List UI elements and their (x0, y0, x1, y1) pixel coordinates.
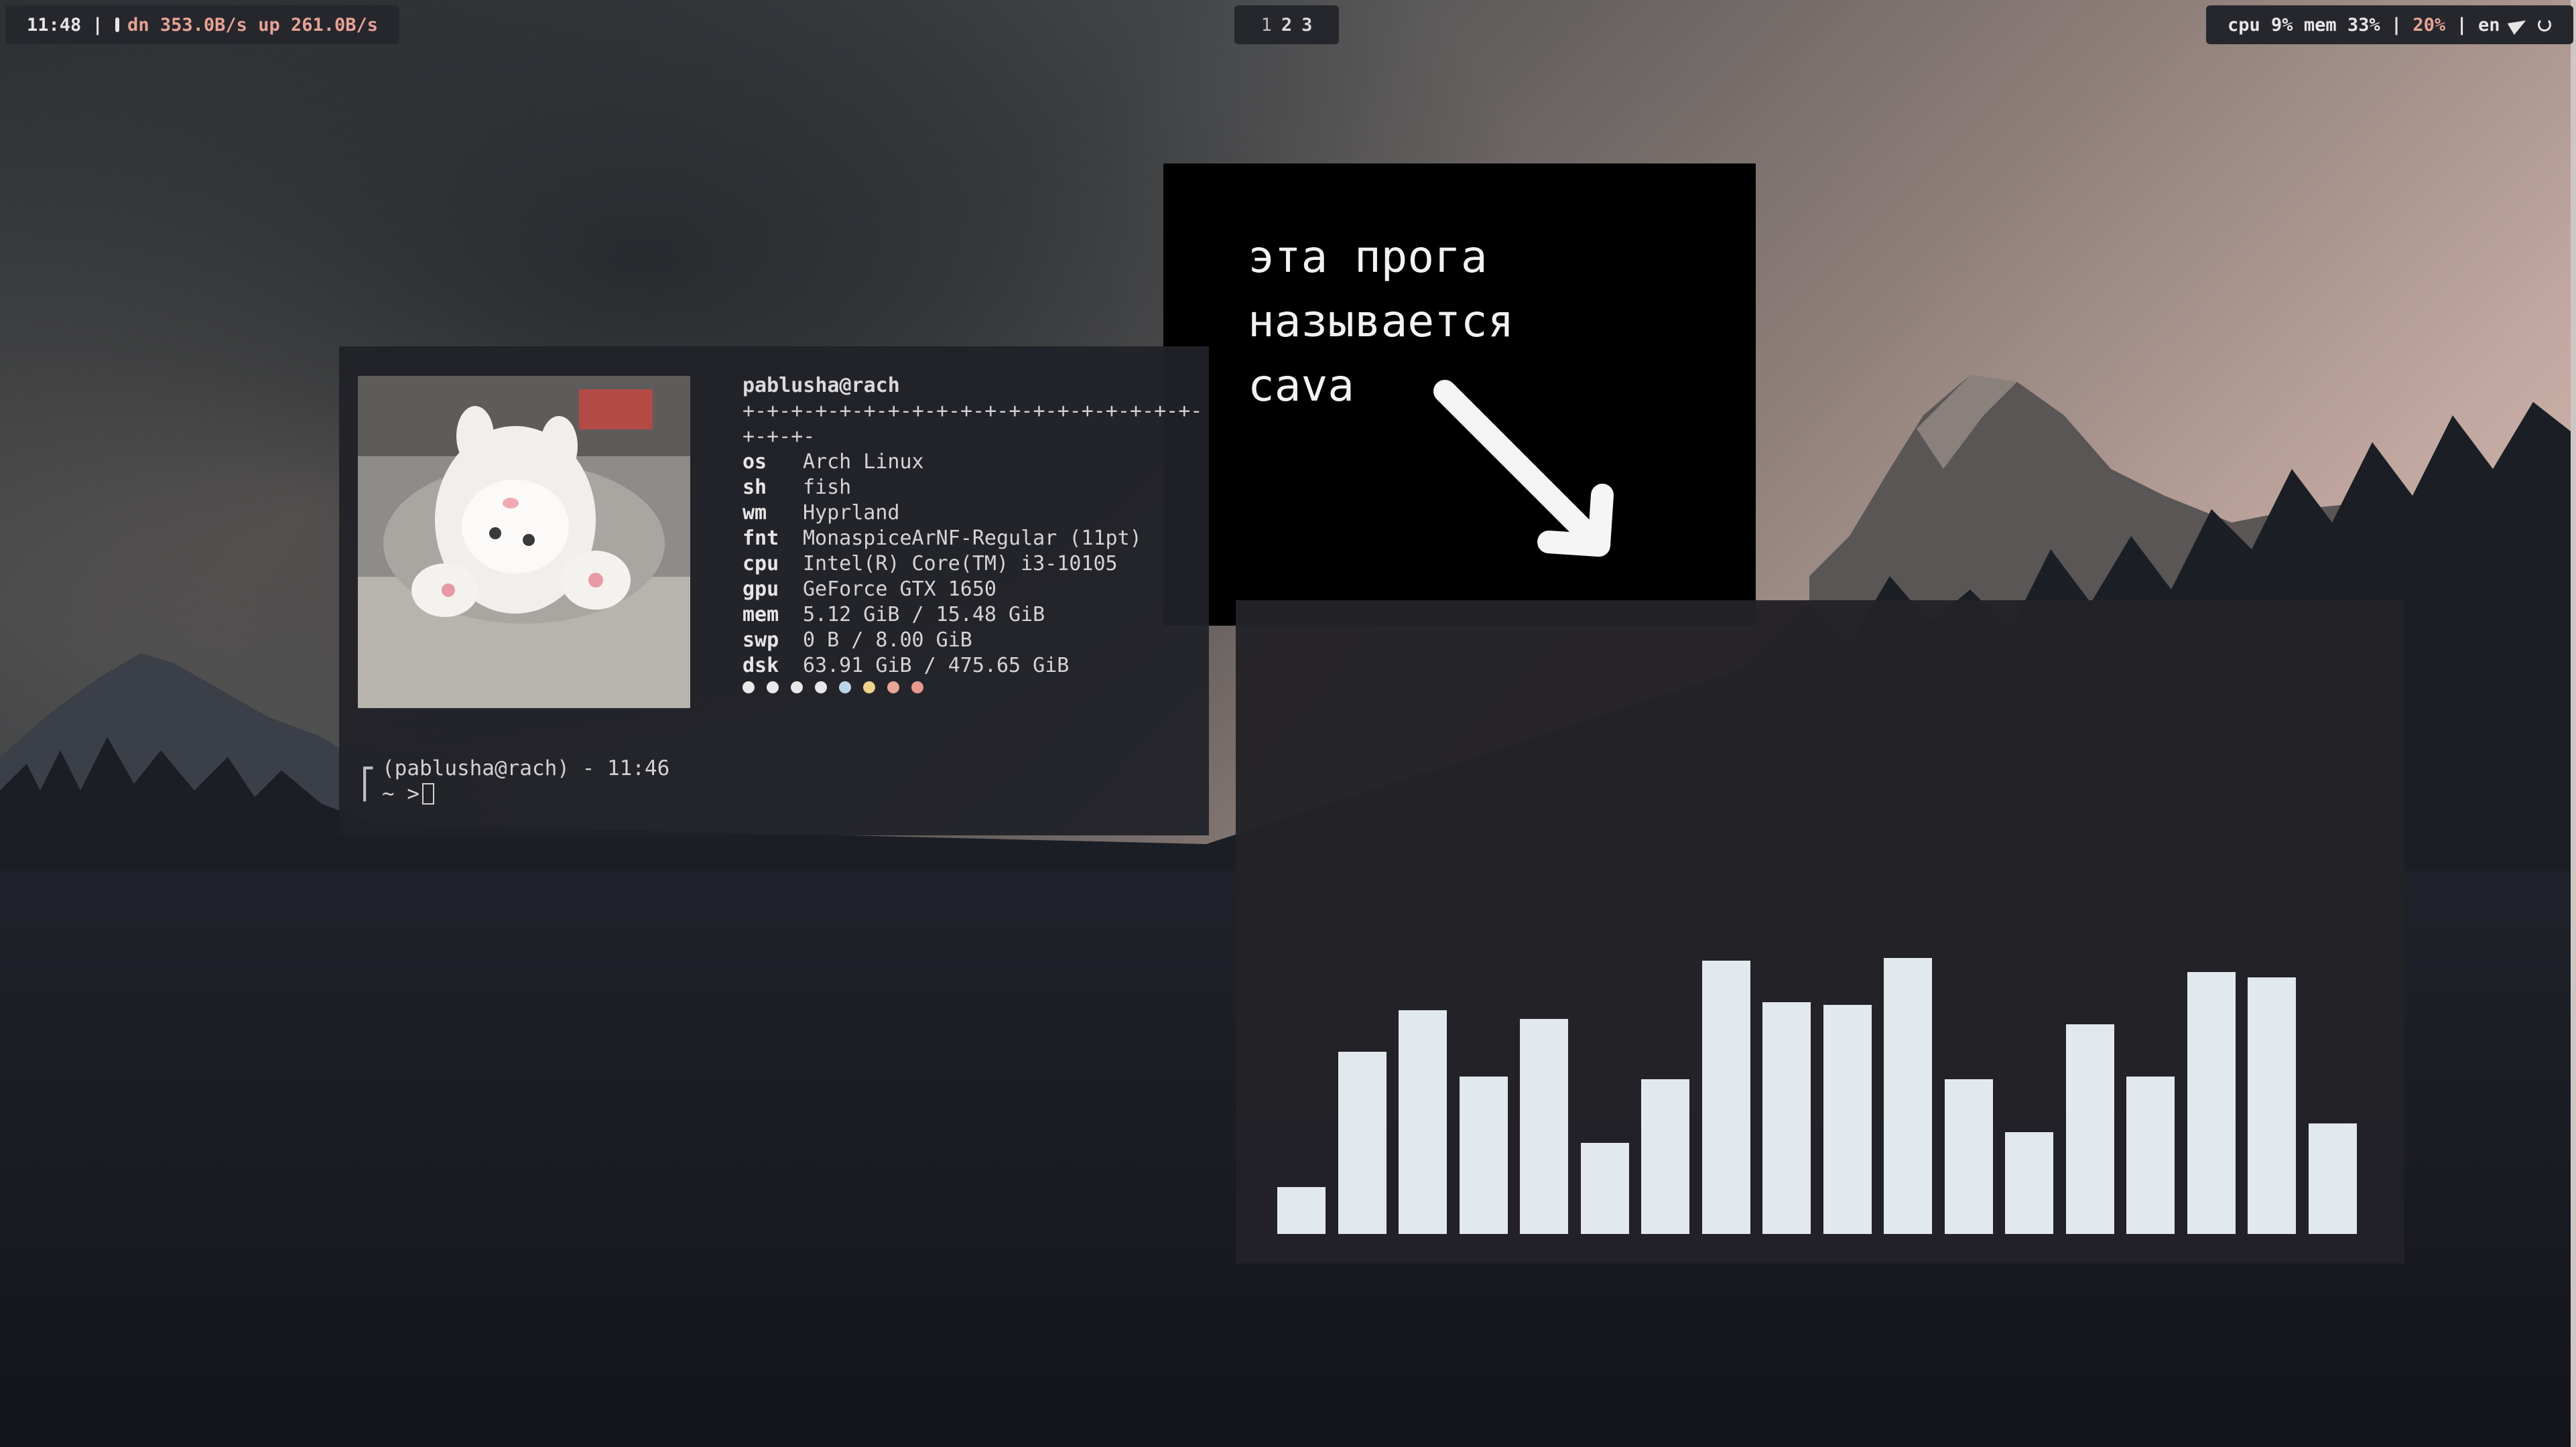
palette-dot-1 (743, 681, 755, 693)
network-up[interactable]: up 261.0B/s (258, 15, 378, 36)
palette-dot-7 (887, 681, 899, 693)
info-row-swp: swp 0 B / 8.00 GiB (743, 628, 972, 652)
info-row-os: os Arch Linux (743, 450, 924, 474)
workspace-2[interactable]: 2 (1281, 15, 1292, 36)
info-row-wm: wm Hyprland (743, 501, 900, 525)
phone-icon (115, 17, 120, 32)
info-row-gpu: gpu GeForce GTX 1650 (743, 577, 996, 601)
workspace-1[interactable]: 1 (1261, 15, 1272, 36)
cava-bar-5 (1520, 1019, 1568, 1234)
info-row-dsk: dsk 63.91 GiB / 475.65 GiB (743, 654, 1070, 677)
cava-window[interactable] (1236, 600, 2404, 1263)
bar-right-module: cpu 9% mem 33% | 20% | en (2206, 5, 2573, 44)
cava-bar-1 (1277, 1187, 1326, 1234)
cava-bar-9 (1762, 1002, 1811, 1234)
annotation-window[interactable]: эта прога называется cava (1163, 163, 1756, 626)
info-row-mem: mem 5.12 GiB / 15.48 GiB (743, 603, 1045, 626)
bar-left-module: 11:48 | dn 353.0B/s up 261.0B/s (5, 5, 399, 44)
cava-bar-15 (2126, 1077, 2175, 1234)
annotation-line-1: эта прога (1248, 231, 1488, 283)
user-host: pablusha@rach (743, 374, 900, 397)
cava-bar-7 (1641, 1079, 1689, 1234)
palette-dot-3 (791, 681, 803, 693)
brightness-level[interactable]: 20% (2412, 15, 2445, 36)
cava-visualizer (1277, 958, 2357, 1234)
info-row-cpu: cpu Intel(R) Core(TM) i3-10105 (743, 552, 1118, 575)
arrow-icon (1433, 380, 1614, 557)
power-icon[interactable] (2537, 18, 2551, 31)
bar-separator: | (2390, 14, 2402, 36)
prompt-bracket: ⎡ (359, 767, 377, 801)
mem-usage[interactable]: mem 33% (2304, 15, 2380, 36)
prompt-symbol: ~ > (382, 782, 420, 806)
text-cursor (422, 783, 434, 805)
cava-bar-17 (2248, 977, 2296, 1234)
cava-bar-4 (1460, 1077, 1508, 1234)
cava-bar-14 (2066, 1024, 2114, 1234)
color-palette (743, 681, 923, 693)
system-info: pablusha@rach +-+-+-+-+-+-+-+-+-+-+-+-+-… (743, 373, 1209, 679)
bar-separator: | (92, 14, 103, 36)
palette-dot-2 (767, 681, 779, 693)
network-down[interactable]: dn 353.0B/s (127, 15, 247, 36)
cat-photo (358, 376, 690, 708)
cava-bar-6 (1581, 1143, 1629, 1234)
cava-bar-12 (1945, 1079, 1993, 1234)
cava-bar-16 (2187, 972, 2236, 1234)
keyboard-layout[interactable]: en (2478, 15, 2500, 36)
cava-bar-18 (2309, 1123, 2357, 1234)
workspace-switcher: 1 2 3 (1234, 5, 1339, 44)
palette-dot-4 (815, 681, 827, 693)
cava-bar-13 (2005, 1132, 2053, 1234)
cava-bar-8 (1702, 961, 1750, 1234)
cava-bar-3 (1399, 1010, 1447, 1234)
prompt-line-2[interactable]: ~ > (382, 782, 434, 806)
annotation-line-2: называется (1248, 295, 1515, 347)
annotation-line-3: cava (1248, 360, 1354, 411)
cpu-usage[interactable]: cpu 9% (2228, 15, 2293, 36)
info-separator: +-+-+-+-+-+-+-+-+-+-+-+-+-+-+-+-+-+-+-+-… (743, 399, 1203, 448)
info-row-fnt: fnt MonaspiceArNF-Regular (11pt) (743, 527, 1142, 550)
info-row-sh: sh fish (743, 476, 852, 499)
workspace-3[interactable]: 3 (1301, 15, 1312, 36)
telegram-icon[interactable] (2507, 14, 2529, 36)
prompt-line-1: (pablusha@rach) - 11:46 (382, 756, 670, 780)
cava-bar-10 (1823, 1005, 1872, 1234)
palette-dot-5 (839, 681, 851, 693)
palette-dot-6 (863, 681, 875, 693)
terminal-window[interactable]: pablusha@rach +-+-+-+-+-+-+-+-+-+-+-+-+-… (339, 346, 1209, 835)
cava-bar-2 (1338, 1052, 1387, 1234)
clock[interactable]: 11:48 (27, 15, 81, 36)
cava-bar-11 (1884, 958, 1932, 1234)
palette-dot-8 (911, 681, 923, 693)
bar-separator: | (2456, 14, 2467, 36)
